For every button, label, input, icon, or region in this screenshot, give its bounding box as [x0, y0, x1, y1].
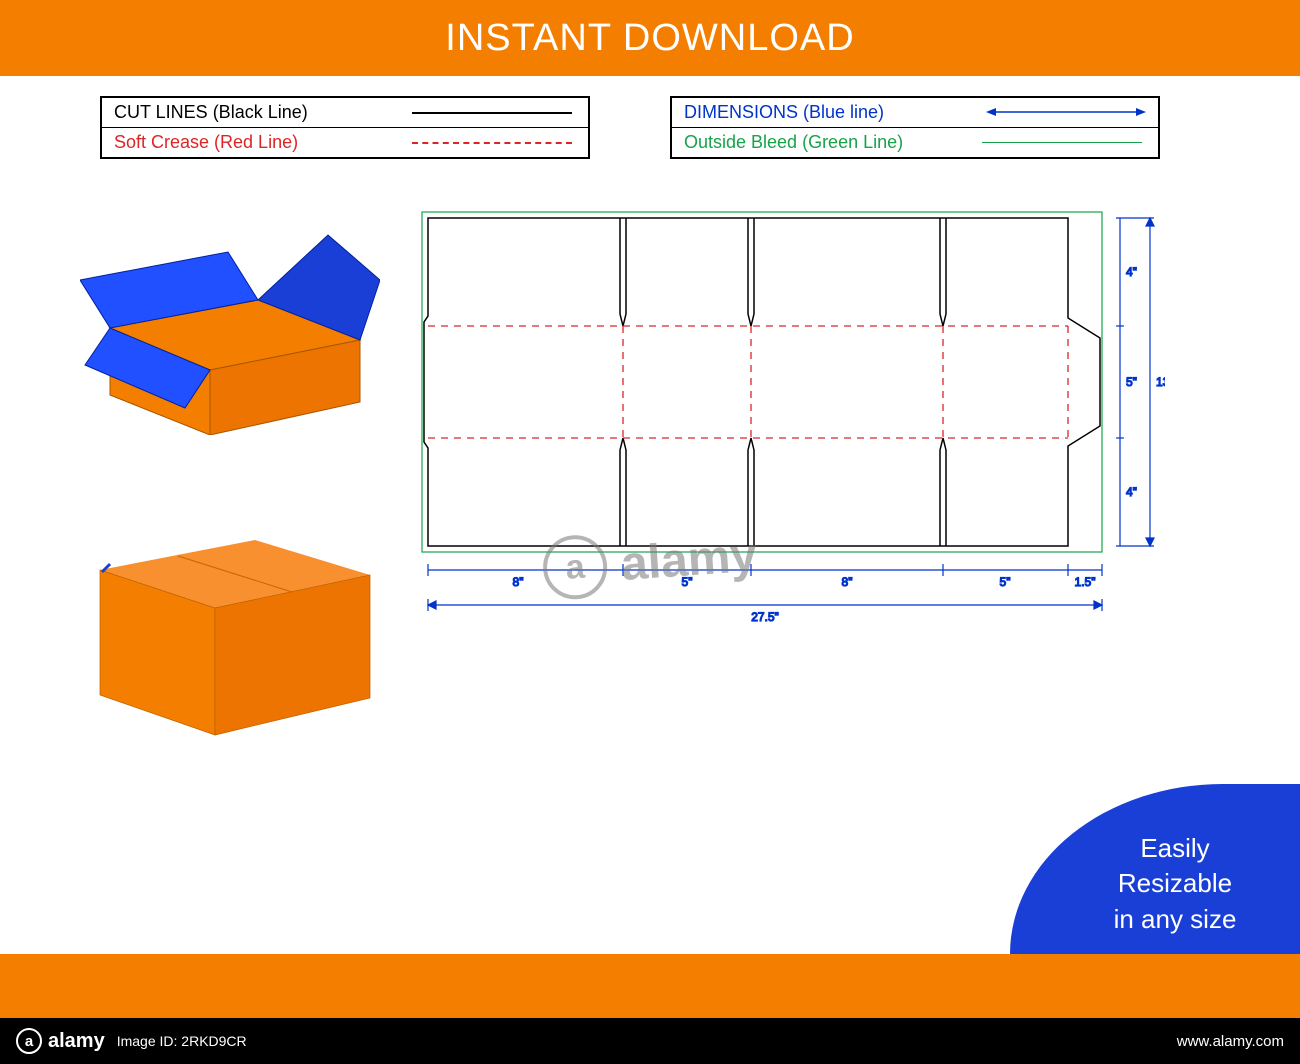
- legend-right: DIMENSIONS (Blue line) Outside Bleed (Gr…: [670, 96, 1160, 159]
- site-url: www.alamy.com: [1177, 1033, 1284, 1050]
- box-open-3d: [80, 220, 380, 435]
- brand-a-icon: a: [16, 1028, 42, 1054]
- dim-top-flap: 4": [1126, 265, 1137, 279]
- legend-dim-label: DIMENSIONS (Blue line): [684, 102, 884, 123]
- legend-bleed-label: Outside Bleed (Green Line): [684, 132, 903, 153]
- badge-line3: in any size: [1114, 902, 1237, 937]
- dim-middle: 5": [1126, 375, 1137, 389]
- cut-line-sample: [412, 112, 572, 114]
- legend-left: CUT LINES (Black Line) Soft Crease (Red …: [100, 96, 590, 159]
- header-band: INSTANT DOWNLOAD: [0, 0, 1300, 76]
- dim-p1: 8": [513, 575, 524, 589]
- badge-line1: Easily: [1140, 831, 1209, 866]
- box-closed-3d: [80, 520, 380, 740]
- brand-name: alamy: [48, 1030, 105, 1053]
- dim-total-w: 27.5": [751, 610, 779, 624]
- legend-crease-label: Soft Crease (Red Line): [114, 132, 298, 153]
- dim-p2: 5": [682, 575, 693, 589]
- badge-line2: Resizable: [1118, 866, 1232, 901]
- footer-band: [0, 954, 1300, 1018]
- crease-line-sample: [412, 142, 572, 144]
- dim-total-h: 13": [1156, 375, 1165, 389]
- stock-id: Image ID: 2RKD9CR: [117, 1033, 247, 1049]
- dim-p3: 8": [842, 575, 853, 589]
- legend-cut-label: CUT LINES (Black Line): [114, 102, 308, 123]
- dim-p4: 5": [1000, 575, 1011, 589]
- brand-logo: a alamy Image ID: 2RKD9CR: [16, 1028, 247, 1054]
- page-title: INSTANT DOWNLOAD: [445, 17, 854, 60]
- bleed-line-sample: [982, 142, 1142, 144]
- dim-glue: 1.5": [1075, 575, 1096, 589]
- legend: CUT LINES (Black Line) Soft Crease (Red …: [0, 76, 1300, 159]
- dim-bottom-flap: 4": [1126, 485, 1137, 499]
- dieline: 4" 5" 4" 13" 8" 5" 8" 5" 1.5" 27.5": [420, 210, 1165, 650]
- dimension-line-sample: [986, 102, 1146, 123]
- attribution-bar: a alamy Image ID: 2RKD9CR www.alamy.com: [0, 1018, 1300, 1064]
